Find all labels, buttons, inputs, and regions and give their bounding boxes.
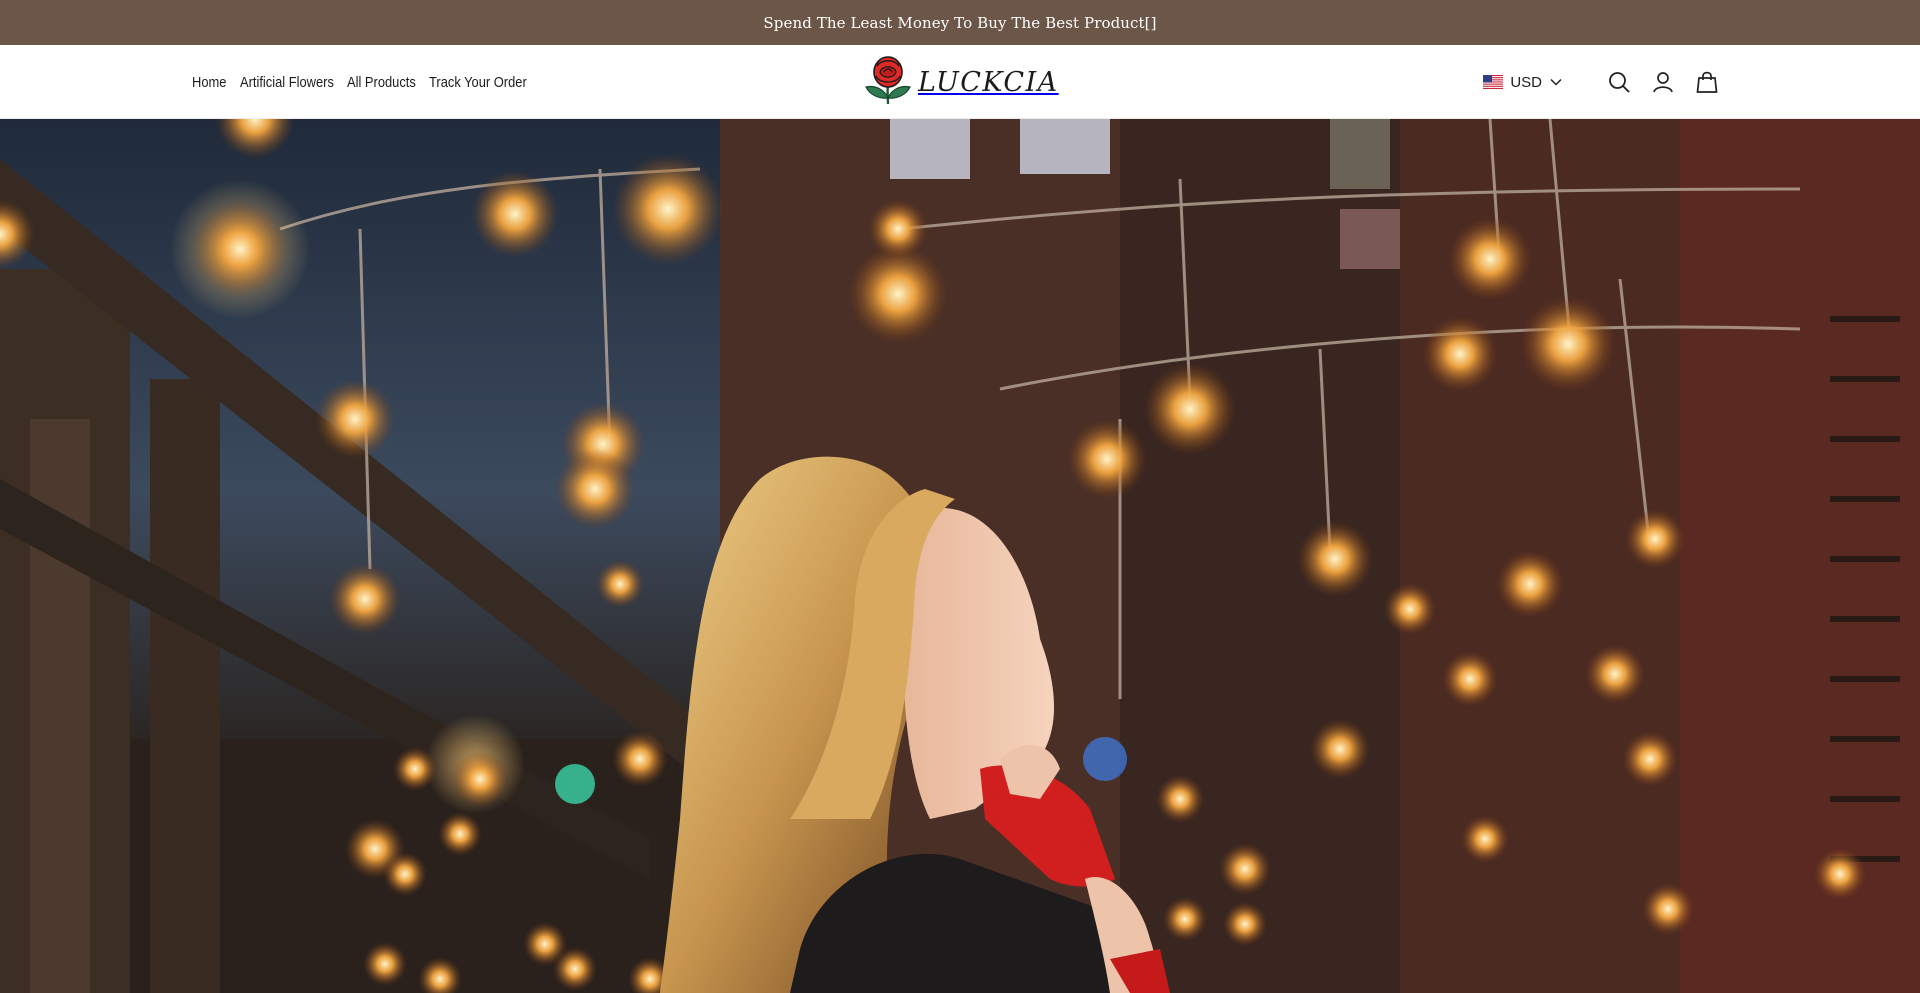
currency-selector[interactable]: USD	[1483, 73, 1562, 91]
announcement-text: Spend The Least Money To Buy The Best Pr…	[763, 13, 1157, 32]
search-icon	[1608, 71, 1630, 93]
rose-icon	[862, 54, 914, 111]
site-logo[interactable]: LUCKCIA	[862, 54, 1062, 110]
nav-all-products[interactable]: All Products	[347, 74, 416, 91]
header-tools: USD	[1483, 45, 1720, 119]
us-flag-icon	[1483, 75, 1510, 89]
cart-button[interactable]	[1694, 69, 1720, 95]
currency-label: USD	[1510, 73, 1542, 91]
nav-track-order[interactable]: Track Your Order	[429, 74, 527, 91]
search-button[interactable]	[1606, 69, 1632, 95]
hero-banner[interactable]	[0, 119, 1920, 993]
user-icon	[1652, 71, 1674, 93]
nav-home[interactable]: Home	[192, 74, 226, 91]
nav-artificial-flowers[interactable]: Artificial Flowers	[240, 74, 334, 91]
site-header: Home Artificial Flowers All Products Tra…	[0, 45, 1920, 119]
account-button[interactable]	[1650, 69, 1676, 95]
announcement-bar: Spend The Least Money To Buy The Best Pr…	[0, 0, 1920, 45]
main-nav: Home Artificial Flowers All Products Tra…	[192, 45, 562, 119]
bag-icon	[1696, 71, 1718, 93]
logo-text: LUCKCIA	[918, 66, 1059, 98]
chevron-down-icon	[1550, 73, 1562, 91]
hero-image	[0, 119, 1920, 993]
